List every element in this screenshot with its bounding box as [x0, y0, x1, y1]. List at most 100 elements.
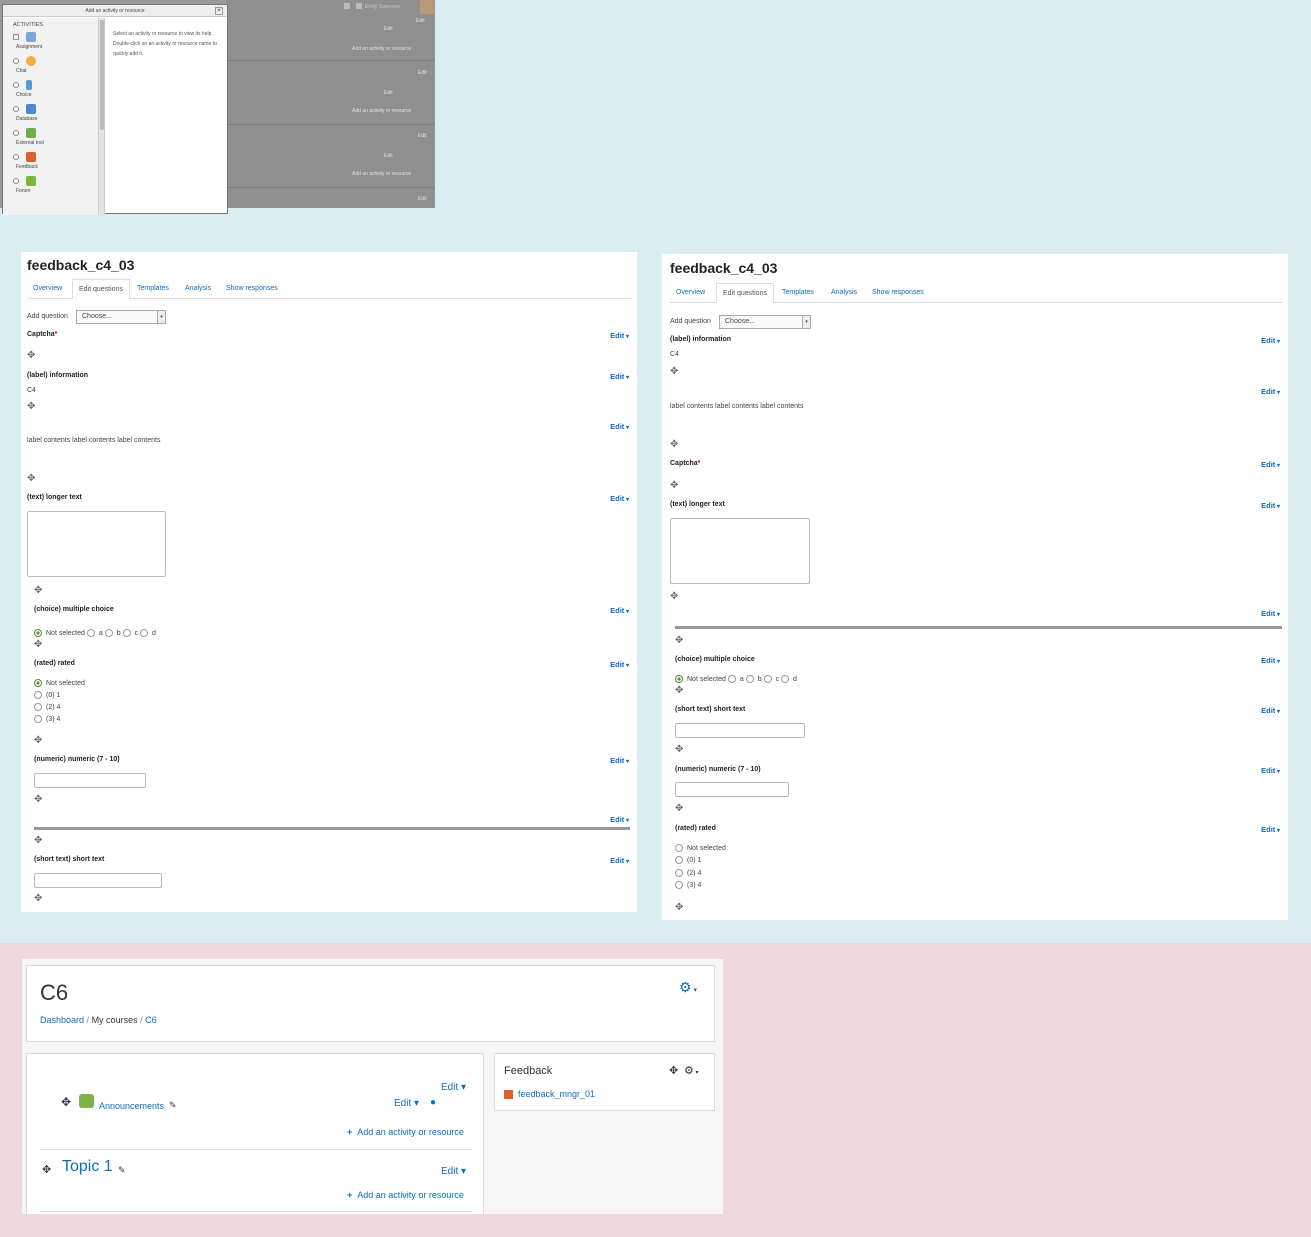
- move-icon[interactable]: ✥: [675, 902, 683, 913]
- longer-text-area[interactable]: [27, 511, 166, 577]
- tab-analysis[interactable]: Analysis: [179, 279, 217, 299]
- edit-menu[interactable]: Edit: [610, 756, 629, 765]
- move-icon[interactable]: ✥: [34, 794, 42, 805]
- tab-analysis[interactable]: Analysis: [825, 283, 863, 303]
- edit-menu[interactable]: Edit ▾: [441, 1082, 466, 1093]
- choice-radio[interactable]: [34, 629, 42, 637]
- numeric-input[interactable]: [675, 782, 789, 797]
- choice-radio[interactable]: [745, 675, 754, 683]
- choice-radio[interactable]: [727, 675, 736, 683]
- add-activity-link[interactable]: Add an activity or resource: [352, 171, 411, 177]
- short-text-input[interactable]: [675, 723, 805, 738]
- edit-menu[interactable]: Edit: [1261, 609, 1280, 618]
- rated-option[interactable]: (2) 4: [675, 869, 701, 877]
- move-icon[interactable]: ✥: [34, 893, 42, 904]
- edit-menu[interactable]: Edit: [610, 372, 629, 381]
- pencil-icon[interactable]: ✎: [169, 1100, 177, 1111]
- tab-show-responses[interactable]: Show responses: [220, 279, 284, 299]
- activity-database[interactable]: Database: [13, 104, 73, 128]
- feedback-link[interactable]: feedback_mngr_01: [518, 1089, 595, 1099]
- add-activity-link[interactable]: + Add an activity or resource: [347, 1190, 464, 1200]
- move-icon[interactable]: ✥: [675, 635, 683, 646]
- edit-menu[interactable]: Edit: [1261, 656, 1280, 665]
- edit-menu[interactable]: Edit: [1261, 387, 1280, 396]
- move-icon[interactable]: ✥: [34, 835, 42, 846]
- move-icon[interactable]: ✥: [27, 350, 35, 361]
- edit-menu[interactable]: Edit ▾: [394, 1098, 419, 1109]
- activity-assignment[interactable]: Assignment: [13, 32, 73, 56]
- edit-menu[interactable]: Edit: [384, 153, 393, 159]
- tab-templates[interactable]: Templates: [776, 283, 820, 303]
- move-icon[interactable]: ✥: [34, 735, 42, 746]
- numeric-input[interactable]: [34, 773, 146, 788]
- move-icon[interactable]: ✥: [669, 1064, 678, 1077]
- edit-menu[interactable]: Edit: [610, 494, 629, 503]
- move-icon[interactable]: ✥: [675, 744, 683, 755]
- add-activity-link[interactable]: + Add an activity or resource: [347, 1127, 464, 1137]
- pencil-icon[interactable]: ✎: [118, 1165, 126, 1176]
- choice-radio[interactable]: [104, 629, 113, 637]
- choice-radio[interactable]: [86, 629, 95, 637]
- announcements-link[interactable]: Announcements: [99, 1101, 164, 1111]
- short-text-input[interactable]: [34, 873, 162, 888]
- move-icon[interactable]: ✥: [27, 401, 35, 412]
- edit-menu[interactable]: Edit: [416, 18, 425, 24]
- question-type-select[interactable]: Choose... ▾: [719, 315, 811, 329]
- edit-menu[interactable]: Edit: [610, 331, 629, 340]
- edit-menu[interactable]: Edit: [610, 606, 629, 615]
- move-icon[interactable]: ✥: [670, 591, 678, 602]
- move-icon[interactable]: ✥: [675, 685, 683, 696]
- tab-overview[interactable]: Overview: [27, 279, 68, 299]
- edit-menu[interactable]: Edit: [1261, 706, 1280, 715]
- edit-menu[interactable]: Edit: [418, 196, 427, 202]
- rated-option[interactable]: (2) 4: [34, 703, 60, 711]
- activity-choice[interactable]: Choice: [13, 80, 73, 104]
- choice-radio[interactable]: [122, 629, 131, 637]
- edit-menu[interactable]: Edit: [1261, 501, 1280, 510]
- activity-chat[interactable]: Chat: [13, 56, 73, 80]
- rated-option[interactable]: (0) 1: [675, 856, 701, 864]
- tab-edit-questions[interactable]: Edit questions: [716, 283, 774, 303]
- tab-templates[interactable]: Templates: [131, 279, 175, 299]
- edit-menu[interactable]: Edit: [610, 856, 629, 865]
- choice-radio[interactable]: [781, 675, 790, 683]
- activity-feedback[interactable]: Feedback: [13, 152, 73, 176]
- question-type-select[interactable]: Choose... ▾: [76, 310, 166, 324]
- choice-radio[interactable]: [763, 675, 772, 683]
- rated-option[interactable]: Not selected: [675, 844, 726, 852]
- choice-radio[interactable]: [675, 675, 683, 683]
- add-activity-link[interactable]: Add an activity or resource: [352, 108, 411, 114]
- activity-external-tool[interactable]: External tool: [13, 128, 73, 152]
- edit-menu[interactable]: Edit: [610, 660, 629, 669]
- edit-menu[interactable]: Edit: [418, 133, 427, 139]
- move-icon[interactable]: ✥: [670, 366, 678, 377]
- breadcrumb-dashboard[interactable]: Dashboard: [40, 1015, 84, 1025]
- gear-icon[interactable]: ⚙ ▾: [679, 979, 697, 996]
- move-icon[interactable]: ✥: [675, 803, 683, 814]
- move-icon[interactable]: ✥: [61, 1095, 71, 1109]
- edit-menu[interactable]: Edit: [384, 26, 393, 32]
- move-icon[interactable]: ✥: [34, 639, 42, 650]
- move-icon[interactable]: ✥: [42, 1163, 51, 1176]
- edit-menu[interactable]: Edit: [384, 90, 393, 96]
- tab-overview[interactable]: Overview: [670, 283, 711, 303]
- tab-show-responses[interactable]: Show responses: [866, 283, 930, 303]
- gear-icon[interactable]: ⚙ ▾: [684, 1064, 699, 1077]
- choice-radio[interactable]: [140, 629, 149, 637]
- breadcrumb-my-courses[interactable]: My courses: [92, 1015, 138, 1025]
- edit-menu[interactable]: Edit: [610, 422, 629, 431]
- edit-menu[interactable]: Edit: [1261, 766, 1280, 775]
- edit-menu[interactable]: Edit: [610, 815, 629, 824]
- edit-menu[interactable]: Edit: [1261, 336, 1280, 345]
- scrollbar[interactable]: [99, 18, 105, 215]
- tab-edit-questions[interactable]: Edit questions: [72, 279, 130, 299]
- move-icon[interactable]: ✥: [670, 439, 678, 450]
- rated-option[interactable]: (3) 4: [34, 715, 60, 723]
- edit-menu[interactable]: Edit: [418, 70, 427, 76]
- longer-text-area[interactable]: [670, 518, 810, 584]
- rated-option[interactable]: Not selected: [34, 679, 85, 687]
- topic-title[interactable]: Topic 1: [62, 1158, 113, 1176]
- rated-option[interactable]: (3) 4: [675, 881, 701, 889]
- close-icon[interactable]: ×: [215, 7, 223, 15]
- edit-menu[interactable]: Edit: [1261, 460, 1280, 469]
